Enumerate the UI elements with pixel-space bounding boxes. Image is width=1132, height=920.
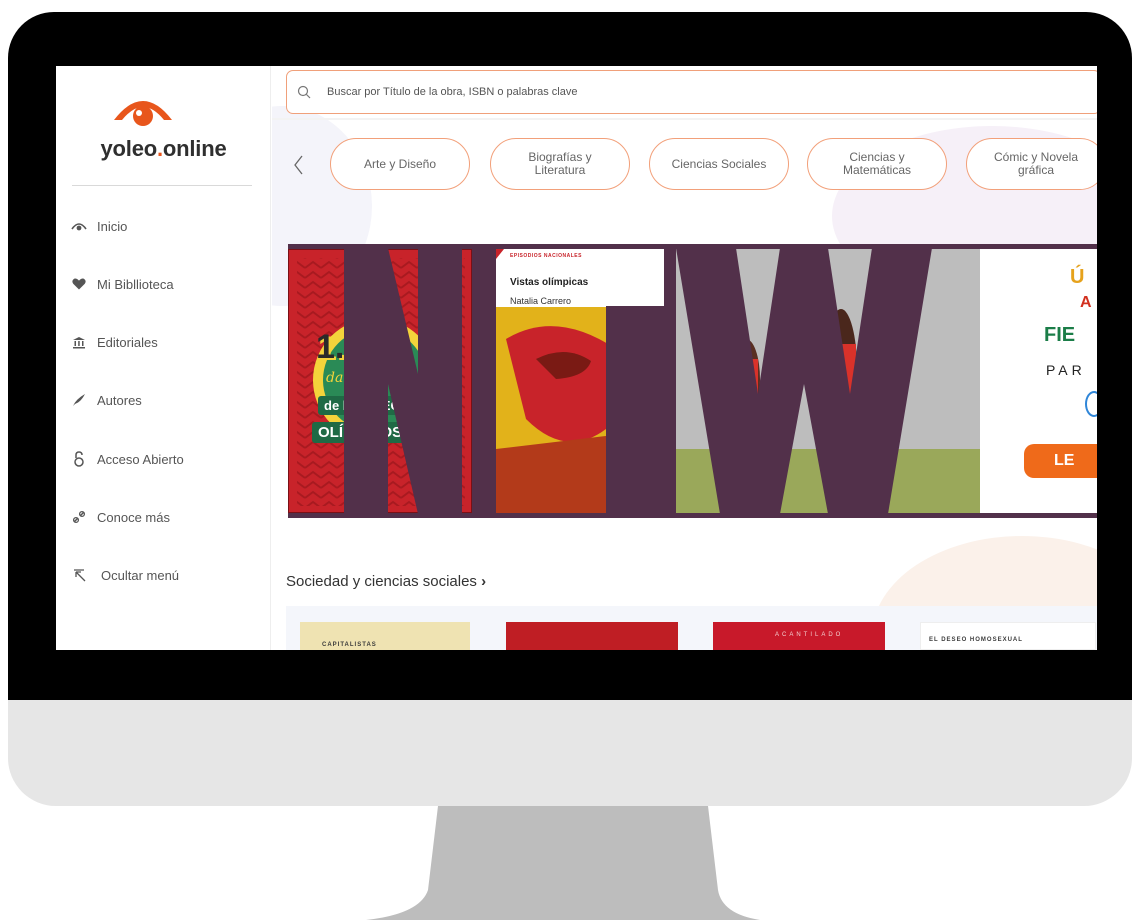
- category-label: Matemáticas: [842, 163, 912, 177]
- search-input[interactable]: [327, 86, 927, 98]
- desktop-stage: yoleo.online Inicio Mi Bibllioteca Edito…: [0, 0, 1132, 920]
- monitor-chin: [8, 700, 1132, 806]
- sidebar-divider: [72, 185, 252, 186]
- book-cover-text: ACANTILADO: [775, 632, 844, 638]
- category-pill[interactable]: Arte y Diseño: [330, 138, 470, 190]
- sidebar-item-autores[interactable]: Autores: [70, 389, 142, 411]
- ad-subheading: PAR: [1046, 362, 1086, 378]
- open-lock-icon: [70, 451, 88, 467]
- category-pill[interactable]: Ciencias Sociales: [649, 138, 789, 190]
- sidebar-item-acceso-abierto[interactable]: Acceso Abierto: [70, 448, 184, 470]
- quill-icon: [70, 392, 88, 408]
- main-content: Arte y Diseño Biografías yLiteratura Cie…: [272, 66, 1097, 650]
- ad-cta-button[interactable]: LE: [1024, 444, 1097, 478]
- ad-letter: A: [1080, 294, 1092, 311]
- category-pill[interactable]: Ciencias y Matemáticas: [807, 138, 947, 190]
- book-card[interactable]: [506, 622, 678, 650]
- book-cover-text: CAPITALISTAS: [322, 642, 377, 648]
- sidebar-item-label: Acceso Abierto: [97, 451, 184, 467]
- yoleo-eye-logo-icon: [114, 101, 172, 126]
- category-label: Ciencias Sociales: [671, 156, 767, 171]
- book-card[interactable]: ACANTILADO: [713, 622, 885, 650]
- ad-heading: FIE: [1044, 324, 1076, 346]
- sidebar-item-ocultar-menu[interactable]: Ocultar menú: [70, 564, 179, 586]
- new-letters-overlay: [344, 248, 932, 514]
- ad-letter: Ú: [1070, 266, 1085, 288]
- heart-icon: [70, 276, 88, 292]
- book-card[interactable]: EL DESEO HOMOSEXUAL: [920, 622, 1096, 650]
- collapse-arrow-icon: [70, 567, 88, 583]
- institution-icon: [70, 334, 88, 350]
- search-icon: [297, 85, 311, 99]
- new-releases-banner[interactable]: 1.000 datos locos de los JUEGOS OLÍMPICO…: [288, 244, 1097, 518]
- link-icon: [70, 509, 88, 525]
- monitor-stand: [366, 806, 760, 920]
- category-pill[interactable]: Biografías y Literatura: [490, 138, 630, 190]
- section-title-text: Sociedad y ciencias sociales: [286, 573, 477, 590]
- chevron-right-icon: ›: [481, 573, 487, 590]
- brand-tld: online: [162, 136, 227, 161]
- sidebar-item-label: Conoce más: [97, 509, 170, 525]
- category-label: Literatura: [534, 163, 586, 177]
- book-card[interactable]: CAPITALISTAS: [300, 622, 470, 650]
- sidebar-item-label: Mi Bibllioteca: [97, 276, 174, 292]
- sidebar: yoleo.online Inicio Mi Bibllioteca Edito…: [56, 66, 271, 650]
- book-cover-text: EL DESEO HOMOSEXUAL: [929, 637, 1023, 643]
- sidebar-item-label: Autores: [97, 392, 142, 408]
- category-label: gráfica: [1017, 163, 1055, 177]
- sidebar-item-label: Ocultar menú: [101, 567, 180, 583]
- browser-viewport: yoleo.online Inicio Mi Bibllioteca Edito…: [56, 66, 1097, 650]
- eye-logo-icon: [70, 218, 88, 234]
- category-pill[interactable]: Cómic y Novela gráfica: [966, 138, 1097, 190]
- category-label: Arte y Diseño: [363, 156, 437, 171]
- sidebar-item-editoriales[interactable]: Editoriales: [70, 331, 158, 353]
- search-bar[interactable]: [286, 70, 1097, 114]
- sidebar-item-conoce-mas[interactable]: Conoce más: [70, 506, 170, 528]
- header-divider: [272, 118, 1097, 120]
- ad-circle-icon: [1085, 391, 1097, 417]
- chevron-left-icon[interactable]: [292, 154, 306, 176]
- sidebar-item-mi-biblioteca[interactable]: Mi Bibllioteca: [70, 273, 174, 295]
- brand-logo-text[interactable]: yoleo.online: [56, 136, 271, 162]
- section-title-sociedad[interactable]: Sociedad y ciencias sociales ›: [286, 573, 486, 590]
- sidebar-item-inicio[interactable]: Inicio: [70, 215, 127, 237]
- sidebar-item-label: Editoriales: [97, 334, 158, 350]
- sidebar-item-label: Inicio: [97, 218, 128, 234]
- brand-name: yoleo: [100, 136, 158, 161]
